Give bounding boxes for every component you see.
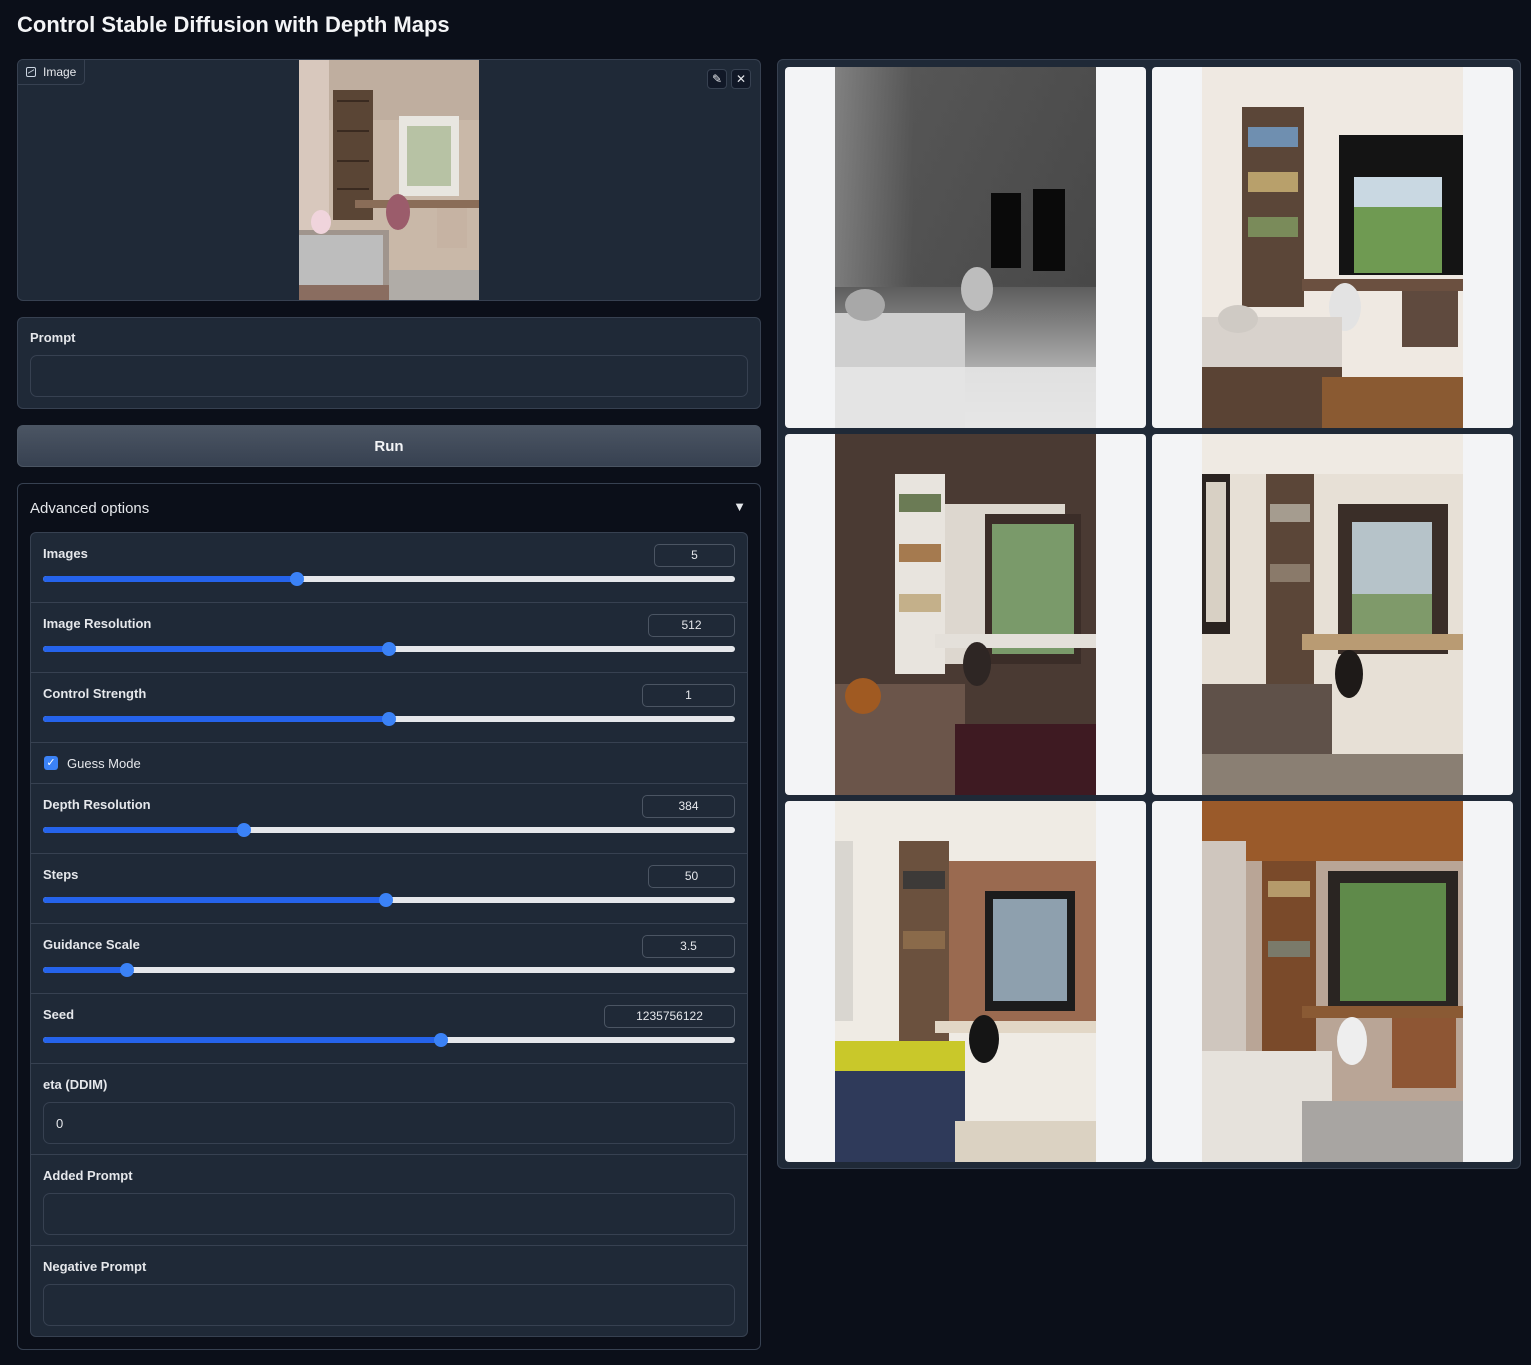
gallery-item[interactable] xyxy=(785,434,1146,795)
control-strength-number-input[interactable]: 1 xyxy=(642,684,735,707)
images-slider-thumb[interactable] xyxy=(289,572,304,586)
images-number-input[interactable]: 5 xyxy=(654,544,735,567)
pencil-icon: ✎ xyxy=(711,72,723,86)
depth-map-image xyxy=(835,67,1096,428)
guidance-scale-number-input[interactable]: 3.5 xyxy=(642,935,735,958)
depth-resolution-number-input[interactable]: 384 xyxy=(642,795,735,818)
prompt-panel: Prompt xyxy=(17,317,761,409)
close-icon: ✕ xyxy=(735,72,747,86)
steps-slider-row: Steps 50 xyxy=(31,854,747,924)
images-slider-fill xyxy=(43,576,297,582)
gallery-item[interactable] xyxy=(1152,67,1513,428)
advanced-options-toggle[interactable]: Advanced options ▼ xyxy=(30,499,748,517)
guidance-scale-slider-row: Guidance Scale 3.5 xyxy=(31,924,747,994)
guidance-scale-slider-fill xyxy=(43,967,128,973)
seed-slider-row: Seed 1235756122 xyxy=(31,994,747,1064)
generated-bedroom-3 xyxy=(1202,434,1463,795)
output-gallery xyxy=(777,59,1521,1169)
gallery-item[interactable] xyxy=(785,801,1146,1162)
generated-bedroom-1 xyxy=(1202,67,1463,428)
seed-slider[interactable] xyxy=(43,1033,735,1047)
images-label: Images xyxy=(43,546,88,561)
seed-slider-thumb[interactable] xyxy=(433,1033,448,1047)
depth-resolution-label: Depth Resolution xyxy=(43,797,151,812)
guess-mode-checkbox[interactable]: ✓ xyxy=(44,756,58,770)
guidance-scale-label: Guidance Scale xyxy=(43,937,140,952)
edit-image-button[interactable]: ✎ xyxy=(707,69,727,89)
depth-resolution-slider-row: Depth Resolution 384 xyxy=(31,784,747,854)
negative-prompt-label: Negative Prompt xyxy=(43,1259,147,1274)
guidance-scale-slider[interactable] xyxy=(43,963,735,977)
image-input-label: Image xyxy=(18,60,86,85)
image-resolution-slider-row: Image Resolution 512 xyxy=(31,603,747,673)
control-strength-slider-fill xyxy=(43,716,389,722)
advanced-options-label: Advanced options xyxy=(30,500,150,517)
image-input-panel[interactable]: Image ✎ ✕ xyxy=(17,59,761,301)
control-strength-slider-thumb[interactable] xyxy=(382,712,396,726)
advanced-options-accordion: Advanced options ▼ Images 5 Image Resolu… xyxy=(17,483,761,1350)
run-button[interactable]: Run xyxy=(17,425,761,467)
image-resolution-slider[interactable] xyxy=(43,642,735,656)
negative-prompt-row: Negative Prompt xyxy=(31,1246,747,1336)
seed-slider-fill xyxy=(43,1037,441,1043)
image-resolution-slider-thumb[interactable] xyxy=(382,642,396,656)
guidance-scale-slider-thumb[interactable] xyxy=(120,963,135,977)
seed-label: Seed xyxy=(43,1007,75,1022)
generated-bedroom-2 xyxy=(835,434,1096,795)
added-prompt-row: Added Prompt xyxy=(31,1155,747,1246)
image-icon xyxy=(26,67,36,77)
images-slider-row: Images 5 xyxy=(31,533,747,603)
steps-number-input[interactable]: 50 xyxy=(648,865,735,888)
depth-resolution-slider-thumb[interactable] xyxy=(237,823,252,837)
image-resolution-slider-fill xyxy=(43,646,389,652)
added-prompt-label: Added Prompt xyxy=(43,1168,133,1183)
uploaded-bedroom-image[interactable] xyxy=(299,60,479,301)
eta-label: eta (DDIM) xyxy=(43,1077,108,1092)
steps-slider-fill xyxy=(43,897,387,903)
generated-bedroom-5 xyxy=(1202,801,1463,1162)
images-slider[interactable] xyxy=(43,572,735,586)
depth-resolution-slider[interactable] xyxy=(43,823,735,837)
negative-prompt-input[interactable] xyxy=(43,1284,735,1326)
steps-label: Steps xyxy=(43,867,79,882)
generated-bedroom-4 xyxy=(835,801,1096,1162)
triangle-down-icon: ▼ xyxy=(733,499,746,514)
steps-slider[interactable] xyxy=(43,893,735,907)
advanced-options-body: Images 5 Image Resolution 512 Control St… xyxy=(30,532,748,1337)
eta-row: eta (DDIM) xyxy=(31,1064,747,1155)
prompt-input[interactable] xyxy=(30,355,748,397)
clear-image-button[interactable]: ✕ xyxy=(731,69,751,89)
steps-slider-thumb[interactable] xyxy=(379,893,394,907)
added-prompt-input[interactable] xyxy=(43,1193,735,1235)
control-strength-slider-row: Control Strength 1 xyxy=(31,673,747,743)
seed-number-input[interactable]: 1235756122 xyxy=(604,1005,735,1028)
control-strength-label: Control Strength xyxy=(43,686,147,701)
eta-input[interactable] xyxy=(43,1102,735,1144)
guess-mode-label[interactable]: Guess Mode xyxy=(67,756,141,771)
control-strength-slider[interactable] xyxy=(43,712,735,726)
gallery-item[interactable] xyxy=(785,67,1146,428)
gallery-item[interactable] xyxy=(1152,801,1513,1162)
guess-mode-row: ✓ Guess Mode xyxy=(31,743,747,784)
prompt-label: Prompt xyxy=(30,330,76,345)
image-resolution-label: Image Resolution xyxy=(43,616,152,631)
image-label-text: Image xyxy=(43,65,77,79)
depth-resolution-slider-fill xyxy=(43,827,245,833)
gallery-item[interactable] xyxy=(1152,434,1513,795)
image-resolution-number-input[interactable]: 512 xyxy=(648,614,735,637)
page-title: Control Stable Diffusion with Depth Maps xyxy=(17,12,450,37)
